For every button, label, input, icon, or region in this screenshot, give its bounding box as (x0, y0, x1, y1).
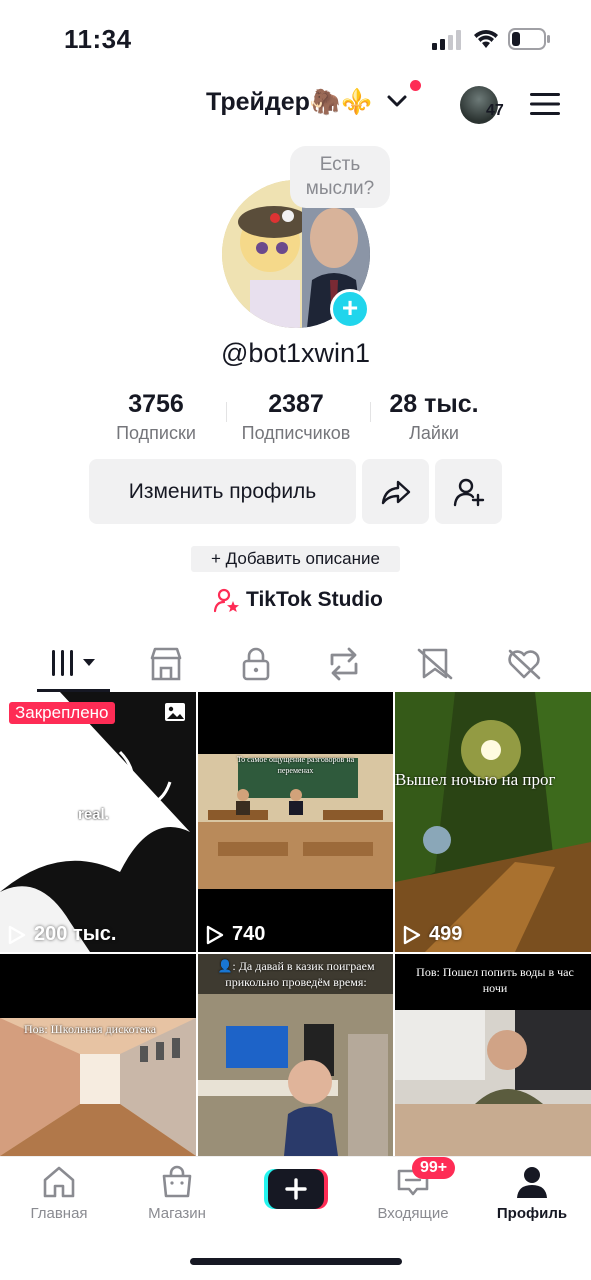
video-thumbnail[interactable]: Вышел ночью на прог 499 (395, 692, 591, 952)
studio-user-icon (214, 588, 239, 613)
thumbnail-art (198, 692, 393, 952)
following-count-badge: 47 (486, 102, 504, 119)
stat-likes-label: Лайки (409, 423, 459, 443)
thumbnail-art (0, 954, 196, 1156)
view-count: 499 (403, 923, 462, 946)
status-bar: 11:34 (0, 0, 591, 80)
bubble-line-1: Есть (319, 154, 361, 175)
stat-likes[interactable]: 28 тыс. Лайки (372, 390, 496, 444)
status-time: 11:34 (64, 24, 132, 54)
shopping-bag-icon (162, 1165, 192, 1198)
add-friend-button[interactable] (435, 459, 502, 524)
notification-dot (410, 80, 421, 91)
pinned-badge: Закреплено (9, 702, 115, 724)
nav-home-label: Главная (30, 1205, 88, 1222)
stat-likes-value: 28 тыс. (389, 390, 479, 418)
thumbnail-art (395, 692, 591, 952)
account-switcher-title[interactable]: Трейдер🦣⚜️ (206, 88, 372, 117)
stat-followers-value: 2387 (268, 390, 324, 418)
inbox-unread-badge: 99+ (412, 1157, 456, 1179)
chevron-down-icon[interactable] (386, 94, 408, 110)
share-profile-button[interactable] (362, 459, 429, 524)
edit-profile-button[interactable]: Изменить профиль (89, 459, 356, 524)
tab-reposts-icon[interactable] (324, 644, 364, 684)
video-caption: Пов: Школьная дискотека (24, 1022, 157, 1036)
stat-following[interactable]: 3756 Подписки (100, 390, 212, 444)
video-caption: real. (78, 806, 109, 823)
profile-handle: @bot1xwin1 (221, 338, 370, 368)
video-caption: 👤: Да давай в казик поиграем прикольно п… (217, 959, 375, 989)
nav-shop[interactable]: Магазин (127, 1165, 227, 1222)
create-plus-icon[interactable] (264, 1169, 328, 1209)
video-thumbnail[interactable]: 👤: Да давай в казик поиграем прикольно п… (198, 954, 393, 1156)
video-caption: То самое ощущение разговоров на перемена… (236, 755, 355, 775)
bubble-line-2: мысли? (305, 178, 375, 199)
video-thumbnail[interactable]: То самое ощущение разговоров на перемена… (198, 692, 393, 952)
stat-followers[interactable]: 2387 Подписчиков (228, 390, 364, 444)
stat-divider (370, 402, 371, 422)
add-description-button[interactable]: + Добавить описание (191, 546, 400, 572)
nav-profile-label: Профиль (496, 1205, 568, 1222)
home-indicator (190, 1258, 402, 1265)
nav-profile[interactable]: Профиль (482, 1165, 582, 1222)
tab-favorites-hidden-icon[interactable] (415, 644, 455, 684)
home-icon (43, 1166, 75, 1198)
play-icon (403, 925, 421, 944)
video-caption: Вышел ночью на прог (395, 770, 556, 789)
nav-home[interactable]: Главная (9, 1165, 109, 1222)
profile-stats: 3756 Подписки 2387 Подписчиков 28 тыс. Л… (0, 390, 591, 450)
video-thumbnail[interactable]: Закреплено real. 200 тыс. (0, 692, 196, 952)
view-count: 200 тыс. (8, 923, 116, 946)
photo-post-icon (165, 703, 185, 721)
tiktok-studio-link[interactable]: TikTok Studio (214, 586, 383, 614)
profile-tabs (0, 640, 591, 692)
battery-icon (508, 28, 550, 50)
view-count-value: 200 тыс. (34, 923, 117, 945)
nav-shop-label: Магазин (148, 1205, 206, 1222)
thought-bubble[interactable]: Есть мысли? (290, 146, 390, 208)
add-avatar-button[interactable]: + (330, 289, 370, 329)
stat-followers-label: Подписчиков (241, 423, 351, 443)
share-arrow-icon (381, 480, 411, 505)
stat-following-value: 3756 (128, 390, 184, 418)
cellular-signal-icon (432, 30, 461, 50)
hamburger-menu-icon[interactable] (530, 92, 560, 116)
stat-divider (226, 402, 227, 422)
view-count-value: 740 (232, 923, 266, 945)
play-icon (8, 925, 26, 944)
video-caption: Пов: Пошел попить воды в час ночи (416, 965, 574, 995)
view-count-value: 499 (429, 923, 463, 945)
video-grid: Закреплено real. 200 тыс. То самое ощуще… (0, 692, 591, 1156)
studio-label: TikTok Studio (246, 588, 383, 611)
profile-header: Трейдер🦣⚜️ 47 (0, 80, 591, 130)
video-thumbnail[interactable]: Пов: Пошел попить воды в час ночи (395, 954, 591, 1156)
bubble-tail (282, 210, 294, 222)
add-user-icon (453, 478, 485, 507)
view-count: 740 (206, 923, 265, 946)
profile-person-icon (517, 1167, 547, 1198)
nav-inbox-label: Входящие (377, 1205, 449, 1222)
tab-videos-grid-icon[interactable] (50, 644, 100, 684)
tab-private-lock-icon[interactable] (236, 644, 276, 684)
tab-liked-hidden-icon[interactable] (504, 644, 544, 684)
tab-shop-icon[interactable] (146, 644, 186, 684)
play-icon (206, 925, 224, 944)
stat-following-label: Подписки (116, 423, 196, 443)
video-thumbnail[interactable]: Пов: Школьная дискотека (0, 954, 196, 1156)
wifi-icon (474, 30, 498, 48)
